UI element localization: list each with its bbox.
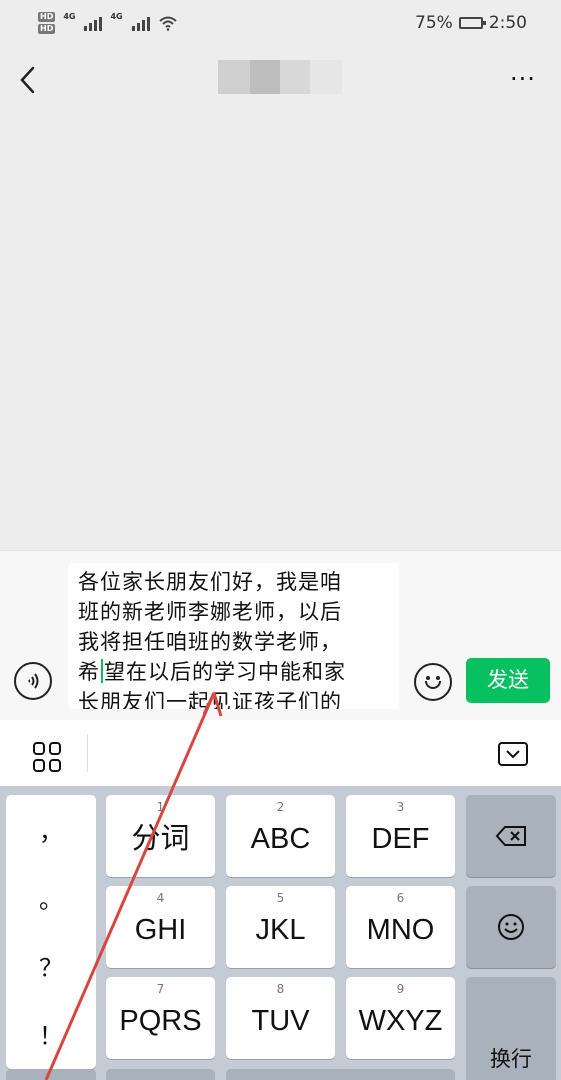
key-number: 3 <box>396 800 405 814</box>
key-label: ABC <box>250 823 311 855</box>
status-time: 2:50 <box>488 13 527 33</box>
key-label: WXYZ <box>358 1005 443 1037</box>
back-button[interactable] <box>12 60 44 100</box>
key-number: 2 <box>276 800 285 814</box>
backspace-icon <box>495 826 526 846</box>
bottom-key-stub[interactable] <box>106 1069 215 1080</box>
keyboard-toolbar <box>0 720 561 787</box>
key-1[interactable]: 1 分词 <box>106 795 215 877</box>
message-line-1: 各位家长朋友们好，我是咱 <box>78 570 342 594</box>
key-8[interactable]: 8 TUV <box>226 977 335 1059</box>
message-line-5: 长朋友们一起见证孩子们的 <box>78 690 342 709</box>
battery-icon <box>458 17 486 29</box>
smile-icon <box>426 676 430 680</box>
key-number: 7 <box>156 982 165 996</box>
hd-indicators: HD HD <box>38 12 56 34</box>
message-composer: 各位家长朋友们好，我是咱 班的新老师李娜老师，以后 我将担任咱班的数学老师， 希… <box>0 550 561 721</box>
network-label-1: 4G <box>63 12 76 21</box>
wifi-icon <box>158 16 177 31</box>
network-label-2: 4G <box>110 12 123 21</box>
toolbar-divider <box>87 734 88 772</box>
key-number: 9 <box>396 982 405 996</box>
status-right-indicators: 75% 2:50 <box>415 13 527 33</box>
key-4[interactable]: 4 GHI <box>106 886 215 968</box>
chat-title-blurred <box>218 60 342 94</box>
status-left-indicators: HD HD 4G 4G <box>38 12 178 34</box>
message-line-4-before-cursor: 希 <box>78 660 100 684</box>
key-number: 8 <box>276 982 285 996</box>
bottom-key-stub[interactable] <box>6 1069 96 1080</box>
key-7[interactable]: 7 PQRS <box>106 977 215 1059</box>
key-3[interactable]: 3 DEF <box>346 795 455 877</box>
punctuation-comma[interactable]: ， <box>6 795 96 863</box>
emoji-button[interactable] <box>414 663 452 701</box>
punctuation-column: ， 。 ？ ！ <box>6 795 96 1069</box>
key-5[interactable]: 5 JKL <box>226 886 335 968</box>
emoji-icon <box>498 914 524 940</box>
key-label: JKL <box>255 914 306 946</box>
message-input[interactable]: 各位家长朋友们好，我是咱 班的新老师李娜老师，以后 我将担任咱班的数学老师， 希… <box>68 563 399 709</box>
bottom-key-stub[interactable] <box>226 1069 455 1080</box>
voice-input-button[interactable] <box>14 662 52 700</box>
smile-icon <box>436 676 440 680</box>
signal-icon <box>84 15 103 31</box>
key-label: 分词 <box>131 823 190 855</box>
message-line-2: 班的新老师李娜老师，以后 <box>78 600 342 624</box>
more-button[interactable]: ··· <box>506 62 540 96</box>
key-number: 4 <box>156 891 165 905</box>
text-cursor <box>101 659 103 683</box>
key-2[interactable]: 2 ABC <box>226 795 335 877</box>
message-line-4: 希望在以后的学习中能和家 <box>78 657 389 687</box>
key-6[interactable]: 6 MNO <box>346 886 455 968</box>
keyboard-collapse-icon <box>506 750 520 759</box>
key-label: TUV <box>251 1005 310 1037</box>
voice-input-icon <box>28 673 39 689</box>
message-line-3: 我将担任咱班的数学老师， <box>78 630 342 654</box>
backspace-key[interactable] <box>466 795 556 877</box>
key-number: 5 <box>276 891 285 905</box>
status-bar: HD HD 4G 4G 75% 2:50 <box>0 0 561 46</box>
keyboard-collapse-button[interactable] <box>498 742 528 766</box>
grid-icon[interactable] <box>33 742 63 772</box>
punctuation-question[interactable]: ？ <box>6 931 96 999</box>
punctuation-exclamation[interactable]: ！ <box>6 999 96 1067</box>
chevron-left-icon <box>20 66 35 94</box>
key-label: GHI <box>134 914 187 946</box>
signal-icon <box>131 15 150 31</box>
punctuation-period[interactable]: 。 <box>6 863 96 931</box>
key-label: MNO <box>366 914 435 946</box>
send-button[interactable]: 发送 <box>466 658 550 703</box>
more-dots-icon: ··· <box>510 65 536 93</box>
key-number: 1 <box>156 800 165 814</box>
hd-indicator-2: HD <box>38 24 56 34</box>
hd-indicator-1: HD <box>38 12 56 22</box>
newline-key[interactable]: 换行 <box>466 977 556 1080</box>
emoji-key[interactable] <box>466 886 556 968</box>
key-number: 6 <box>396 891 405 905</box>
key-label: PQRS <box>119 1005 202 1037</box>
key-label: DEF <box>371 823 430 855</box>
t9-keyboard: ， 。 ？ ！ 1 分词 2 ABC 3 DEF 4 GHI 5 JKL 6 MNO 7 PQ… <box>0 786 561 1080</box>
key-9[interactable]: 9 WXYZ <box>346 977 455 1059</box>
smile-icon <box>425 681 441 689</box>
message-line-4-after-cursor: 望在以后的学习中能和家 <box>104 660 346 684</box>
battery-percent: 75% <box>415 13 453 33</box>
